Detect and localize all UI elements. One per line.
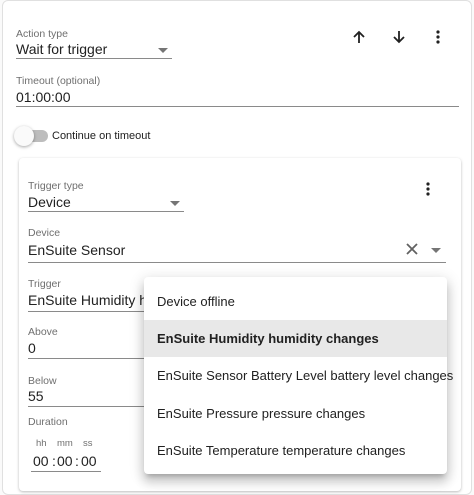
menu-item-label: EnSuite Pressure pressure changes xyxy=(157,405,366,421)
timeout-label: Timeout (optional) xyxy=(16,75,101,87)
duration-mm-unit: mm xyxy=(57,438,73,449)
trigger-type-caret-icon[interactable] xyxy=(170,201,180,206)
move-up-button[interactable] xyxy=(345,23,373,51)
duration-hh-input[interactable]: 00 xyxy=(33,453,49,469)
trigger-type-underline xyxy=(28,211,184,212)
arrow-down-icon xyxy=(393,31,405,44)
menu-item-ensuite-temperature[interactable]: EnSuite Temperature temperature changes xyxy=(144,432,447,469)
action-card: Action type Wait for trigger Timeout (op… xyxy=(2,0,472,495)
duration-sep-1: : xyxy=(52,453,56,469)
action-type-caret-icon[interactable] xyxy=(158,48,168,53)
above-label: Above xyxy=(28,326,58,338)
menu-item-label: EnSuite Humidity humidity changes xyxy=(157,331,379,347)
more-vert-icon xyxy=(426,182,430,196)
action-type-underline xyxy=(16,58,172,59)
menu-item-label: Device offline xyxy=(157,294,235,310)
menu-item-ensuite-battery[interactable]: EnSuite Sensor Battery Level battery lev… xyxy=(144,357,453,394)
device-label: Device xyxy=(28,227,61,239)
menu-item-device-offline[interactable]: Device offline xyxy=(144,283,447,320)
action-overflow-button[interactable] xyxy=(424,23,452,51)
trigger-label: Trigger xyxy=(28,278,61,290)
menu-item-ensuite-pressure[interactable]: EnSuite Pressure pressure changes xyxy=(144,395,447,432)
more-vert-icon xyxy=(436,30,440,44)
below-label: Below xyxy=(28,375,57,387)
below-underline xyxy=(28,406,144,407)
menu-item-ensuite-humidity[interactable]: EnSuite Humidity humidity changes xyxy=(144,320,447,358)
duration-ss-input[interactable]: 00 xyxy=(81,453,97,469)
duration-hh-unit: hh xyxy=(36,438,47,449)
duration-label: Duration xyxy=(28,416,68,428)
device-input[interactable]: EnSuite Sensor xyxy=(28,242,125,258)
continue-on-timeout-label: Continue on timeout xyxy=(52,130,151,142)
device-caret-icon[interactable] xyxy=(431,248,441,253)
duration-ss-unit: ss xyxy=(83,438,93,449)
below-input[interactable]: 55 xyxy=(28,388,44,404)
above-underline xyxy=(28,358,144,359)
trigger-underline xyxy=(28,311,144,312)
trigger-type-select[interactable]: Device xyxy=(28,194,71,210)
menu-item-label: EnSuite Sensor Battery Level battery lev… xyxy=(157,368,454,384)
action-type-select[interactable]: Wait for trigger xyxy=(16,41,107,57)
trigger-type-label: Trigger type xyxy=(28,180,84,192)
timeout-underline xyxy=(16,106,459,107)
above-input[interactable]: 0 xyxy=(28,340,36,356)
timeout-input[interactable]: 01:00:00 xyxy=(16,89,71,105)
trigger-dropdown-menu: Device offline EnSuite Humidity humidity… xyxy=(144,277,453,474)
arrow-up-icon xyxy=(353,30,365,43)
duration-underline xyxy=(31,471,101,472)
duration-mm-input[interactable]: 00 xyxy=(57,453,73,469)
trigger-select[interactable]: EnSuite Humidity humidity changes xyxy=(28,292,144,308)
device-clear-button[interactable] xyxy=(400,237,424,261)
trigger-overflow-button[interactable] xyxy=(414,175,442,203)
menu-item-label: EnSuite Temperature temperature changes xyxy=(157,442,406,458)
device-underline xyxy=(28,262,446,263)
close-icon xyxy=(406,243,418,255)
move-down-button[interactable] xyxy=(385,23,413,51)
continue-on-timeout-toggle-thumb[interactable] xyxy=(14,126,34,146)
duration-sep-2: : xyxy=(75,453,79,469)
action-type-label: Action type xyxy=(16,28,68,40)
